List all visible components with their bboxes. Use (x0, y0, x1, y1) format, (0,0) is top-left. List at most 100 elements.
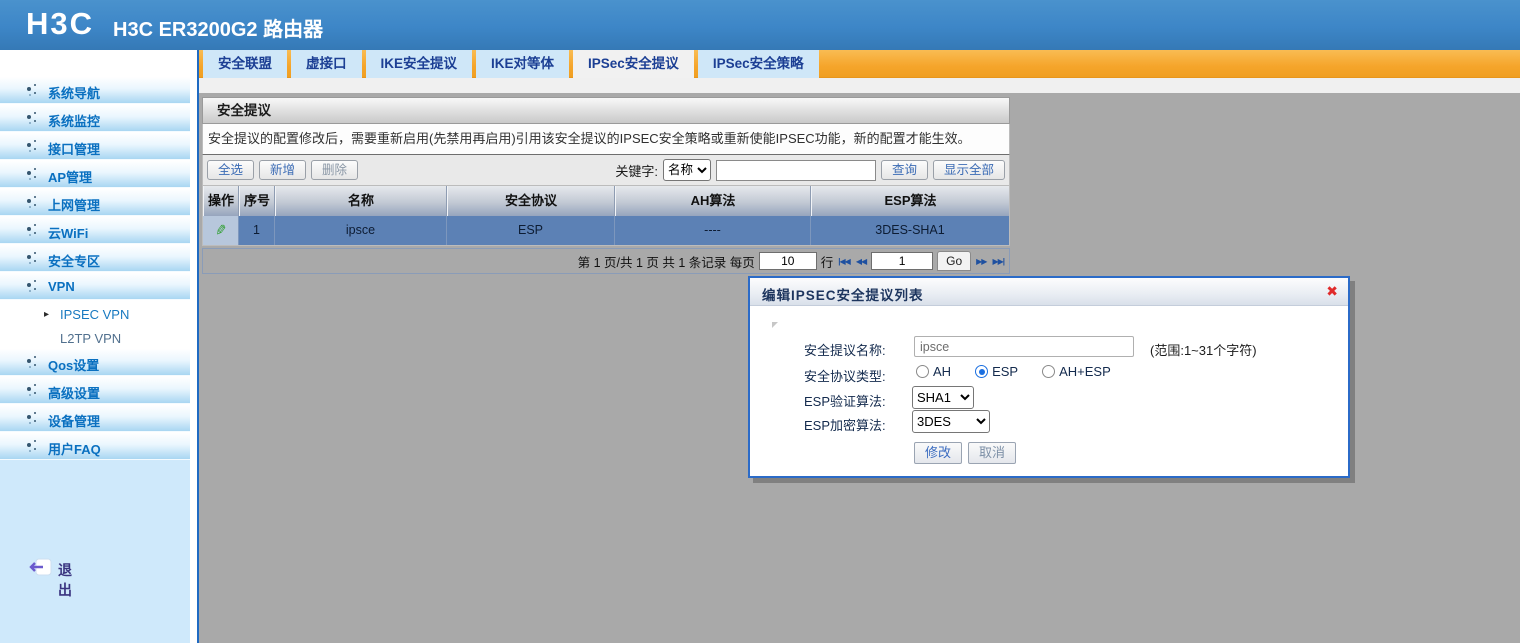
menu-dots-icon (27, 171, 31, 175)
sidebar-item-label: 系统导航 (48, 86, 101, 101)
tab-ike-proposal[interactable]: IKE安全提议 (365, 50, 473, 78)
sidebar-item-label: Qos设置 (48, 358, 100, 373)
esp-auth-select[interactable]: SHA1 (912, 386, 974, 409)
app-header: H3C H3C ER3200G2 路由器 (0, 0, 1520, 50)
radio-label: AH+ESP (1059, 364, 1111, 379)
resize-mark-icon (772, 322, 778, 328)
row-seq: 1 (239, 216, 275, 245)
tab-ike-peer[interactable]: IKE对等体 (476, 50, 570, 78)
menu-dots-icon (27, 143, 31, 147)
sidebar-item-label: 系统监控 (48, 114, 101, 129)
radio-ah[interactable]: AH (916, 364, 951, 379)
col-header-seq: 序号 (239, 186, 275, 216)
tab-ipsec-policy[interactable]: IPSec安全策略 (697, 50, 819, 78)
router-admin-page: H3C H3C ER3200G2 路由器 系统导航 系统监控 接口管理 AP管理… (0, 0, 1520, 643)
radio-circle-icon (1042, 365, 1056, 378)
sidebar-item-label: 上网管理 (48, 198, 101, 213)
sidebar-item-label: 设备管理 (48, 414, 101, 429)
tab-content-strip (199, 78, 1520, 93)
panel-notice: 安全提议的配置修改后，需要重新启用(先禁用再启用)引用该安全提议的IPSEC安全… (202, 124, 1010, 155)
sidebar-item-system-nav[interactable]: 系统导航 (0, 77, 190, 104)
sidebar-item-label: 接口管理 (48, 142, 101, 157)
radio-circle-icon (975, 365, 989, 378)
proposal-name-input[interactable] (914, 336, 1134, 357)
delete-button[interactable]: 删除 (311, 160, 359, 180)
menu-dots-icon (27, 199, 31, 203)
select-all-button[interactable]: 全选 (207, 160, 255, 180)
sidebar-item-label: 安全专区 (48, 254, 101, 269)
keyword-label: 关键字: (615, 163, 658, 179)
sub-arrow-icon: ▸ (44, 309, 50, 320)
tab-bar: 安全联盟 虚接口 IKE安全提议 IKE对等体 IPSec安全提议 IPSec安… (199, 50, 1520, 78)
col-header-action: 操作 (203, 186, 239, 216)
menu-dots-icon (27, 387, 31, 391)
logout-button[interactable]: 退出 (28, 558, 72, 598)
esp-encrypt-select[interactable]: 3DES (912, 410, 990, 433)
sidebar-subitem-l2tp-vpn[interactable]: L2TP VPN (0, 327, 190, 351)
sidebar-item-vpn[interactable]: VPN (0, 273, 190, 300)
close-icon[interactable]: ✖ (1326, 283, 1338, 300)
tab-security-alliance[interactable]: 安全联盟 (203, 50, 287, 78)
menu-dots-icon (27, 415, 31, 419)
row-ah: ---- (615, 216, 811, 245)
tab-ipsec-proposal[interactable]: IPSec安全提议 (573, 50, 694, 78)
per-page-input[interactable] (758, 252, 817, 270)
go-button[interactable]: Go (937, 251, 972, 271)
keyword-input[interactable] (715, 159, 876, 181)
h3c-logo: H3C (26, 6, 95, 41)
sidebar-subitem-ipsec-vpn[interactable]: ▸ IPSEC VPN (0, 303, 190, 327)
first-page-icon[interactable]: |◀◀ (837, 257, 851, 266)
menu-dots-icon (27, 115, 31, 119)
table-header-row: 操作 序号 名称 安全协议 AH算法 ESP算法 (203, 186, 1009, 216)
menu-dots-icon (27, 255, 31, 259)
menu-dots-expanded-icon (27, 283, 31, 287)
modify-button[interactable]: 修改 (914, 442, 962, 464)
edit-row-button[interactable]: ✎ (203, 216, 239, 245)
radio-label: AH (933, 364, 952, 379)
col-header-esp: ESP算法 (811, 186, 1009, 216)
dialog-title-bar: 编辑IPSEC安全提议列表 ✖ (750, 278, 1348, 306)
logout-label: 退出 (58, 562, 72, 598)
col-header-name: 名称 (275, 186, 447, 216)
proposal-table: 操作 序号 名称 安全协议 AH算法 ESP算法 ✎ 1 ipsce ESP -… (202, 186, 1010, 246)
panel-title: 安全提议 (202, 97, 1010, 124)
vpn-submenu: ▸ IPSEC VPN L2TP VPN (0, 301, 190, 349)
sidebar-fill (0, 460, 190, 643)
sidebar-nav: 系统导航 系统监控 接口管理 AP管理 上网管理 云WiFi 安全专区 VPN … (0, 50, 190, 643)
sidebar-item-internet-mgmt[interactable]: 上网管理 (0, 189, 190, 216)
row-esp: 3DES-SHA1 (875, 223, 945, 237)
sidebar-item-advanced[interactable]: 高级设置 (0, 377, 190, 404)
sidebar-item-cloud-wifi[interactable]: 云WiFi (0, 217, 190, 244)
last-page-icon[interactable]: ▶▶| (991, 257, 1005, 266)
sidebar-item-security-zone[interactable]: 安全专区 (0, 245, 190, 272)
sidebar-item-device-mgmt[interactable]: 设备管理 (0, 405, 190, 432)
sidebar-item-qos[interactable]: Qos设置 (0, 349, 190, 376)
edit-ipsec-proposal-dialog: 编辑IPSEC安全提议列表 ✖ 安全提议名称: (范围:1~31个字符) 安全协… (748, 276, 1350, 478)
name-label: 安全提议名称: (804, 343, 886, 358)
sidebar-item-ap-mgmt[interactable]: AP管理 (0, 161, 190, 188)
next-page-icon[interactable]: ▶▶ (975, 257, 987, 266)
sidebar-item-system-monitor[interactable]: 系统监控 (0, 105, 190, 132)
sidebar-item-label: AP管理 (48, 170, 93, 185)
table-row: ✎ 1 ipsce ESP ---- 3DES-SHA1 (203, 216, 1009, 245)
keyword-field-select[interactable]: 名称 (662, 159, 711, 181)
edit-pencil-icon: ✎ (213, 221, 228, 239)
esp-auth-label: ESP验证算法: (804, 394, 886, 409)
sidebar-item-label: VPN (48, 279, 75, 294)
pagination-info: 第 1 页/共 1 页 共 1 条记录 每页 (577, 255, 755, 270)
panel-toolbar: 全选 新增 删除 关键字: 名称 查询 显示全部 (202, 155, 1010, 186)
tab-virtual-interface[interactable]: 虚接口 (291, 50, 362, 78)
dialog-buttons: 修改 取消 (914, 442, 1016, 464)
radio-esp[interactable]: ESP (975, 364, 1018, 379)
protocol-type-radio-group: AH ESP AH+ESP (916, 364, 1111, 379)
sidebar-item-interface-mgmt[interactable]: 接口管理 (0, 133, 190, 160)
sidebar-item-user-faq[interactable]: 用户FAQ (0, 433, 190, 460)
search-button[interactable]: 查询 (880, 160, 928, 180)
page-number-input[interactable] (871, 252, 934, 270)
add-button[interactable]: 新增 (259, 160, 307, 180)
esp-encrypt-label: ESP加密算法: (804, 418, 886, 433)
cancel-button[interactable]: 取消 (968, 442, 1016, 464)
show-all-button[interactable]: 显示全部 (932, 160, 1005, 180)
prev-page-icon[interactable]: ◀◀ (855, 257, 867, 266)
radio-ah-esp[interactable]: AH+ESP (1042, 364, 1111, 379)
